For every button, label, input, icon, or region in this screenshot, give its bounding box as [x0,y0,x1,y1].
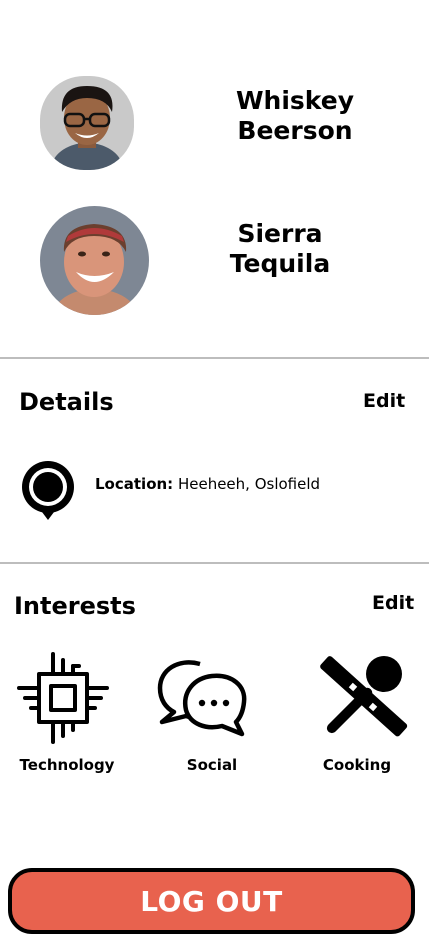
interest-label-technology: Technology [19,756,115,774]
divider [0,357,429,359]
interest-label-social: Social [186,756,238,774]
profile-name-1: Whiskey Beerson [235,86,355,145]
avatar-whiskey-beerson [40,76,134,170]
location-row: Location: Heeheeh, Oslofield [95,475,320,493]
map-pin-icon [22,461,74,520]
avatar-sierra-tequila [40,206,149,315]
interests-title: Interests [14,592,136,620]
interests-edit-button[interactable]: Edit [372,592,414,614]
interest-label-cooking: Cooking [322,756,392,774]
details-edit-button[interactable]: Edit [363,390,405,412]
divider [0,562,429,564]
logout-button[interactable]: LOG OUT [8,868,415,934]
chip-icon[interactable] [17,652,109,744]
location-label: Location: [95,475,174,493]
profile-name-2: Sierra Tequila [229,219,331,278]
cooking-utensils-icon[interactable] [318,652,408,742]
person-photo-icon [40,206,149,315]
location-value: Heeheeh, Oslofield [177,475,321,493]
person-photo-icon [40,76,134,170]
chat-bubbles-icon[interactable] [156,656,248,738]
details-title: Details [19,388,114,416]
